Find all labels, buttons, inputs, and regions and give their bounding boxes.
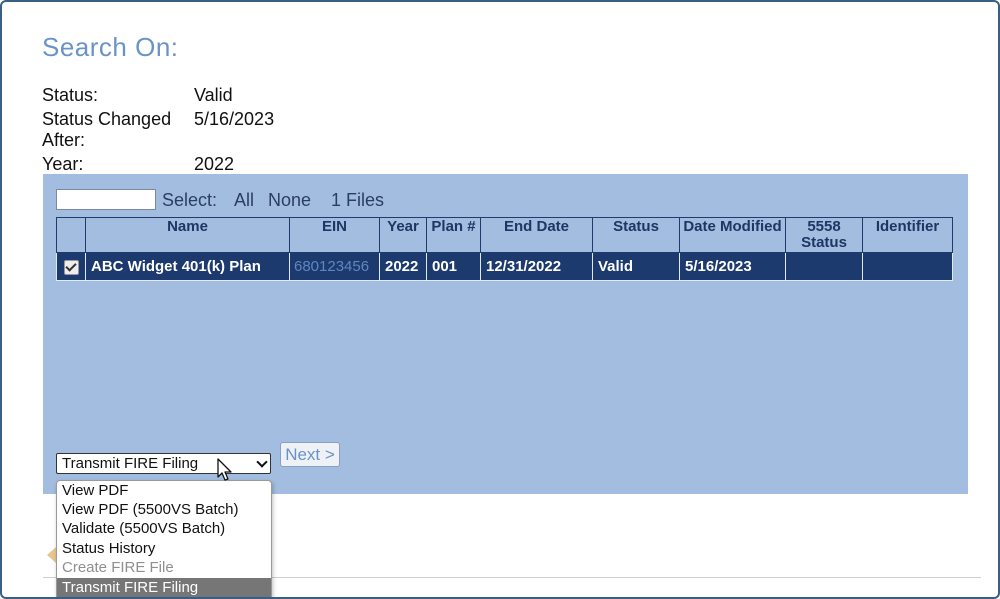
- row-5558-status: [785, 252, 863, 281]
- select-none-link[interactable]: None: [268, 190, 311, 211]
- filter-input[interactable]: [56, 189, 156, 210]
- criteria-status-label: Status:: [42, 85, 99, 105]
- table-row[interactable]: ABC Widget 401(k) Plan 680123456 2022 00…: [56, 252, 953, 281]
- row-identifier: [862, 252, 953, 281]
- back-arrow-icon[interactable]: [47, 547, 56, 563]
- criteria-year-label: Year:: [42, 154, 84, 174]
- column-header-ein[interactable]: EIN: [289, 217, 380, 253]
- row-name: ABC Widget 401(k) Plan: [85, 252, 290, 281]
- option-create-fire-file: Create FIRE File: [62, 559, 174, 576]
- row-year: 2022: [379, 252, 427, 281]
- column-header-select: [56, 217, 86, 253]
- row-date-modified: 5/16/2023: [679, 252, 786, 281]
- column-header-plan[interactable]: Plan #: [426, 217, 481, 253]
- row-status: Valid: [592, 252, 680, 281]
- app-window: Search On: Status: Valid Status Changed …: [0, 0, 1000, 599]
- table-header-row: Name EIN Year Plan # End Date Status Dat…: [56, 217, 953, 253]
- column-header-5558-status[interactable]: 5558 Status: [785, 217, 863, 253]
- option-view-pdf[interactable]: View PDF: [57, 481, 271, 500]
- row-end-date: 12/31/2022: [480, 252, 593, 281]
- results-table: Name EIN Year Plan # End Date Status Dat…: [56, 217, 953, 281]
- row-ein-link[interactable]: 680123456: [289, 252, 380, 281]
- row-checkbox[interactable]: [64, 259, 79, 275]
- action-dropdown-list: View PDF View PDF (5500VS Batch) Validat…: [56, 480, 272, 597]
- option-status-history[interactable]: Status History: [57, 539, 271, 558]
- select-all-link[interactable]: All: [234, 190, 254, 211]
- criteria-year-value: 2022: [194, 154, 235, 174]
- column-header-status[interactable]: Status: [592, 217, 680, 253]
- column-header-identifier[interactable]: Identifier: [862, 217, 953, 253]
- column-header-name[interactable]: Name: [85, 217, 290, 253]
- row-plan-number: 001: [426, 252, 481, 281]
- action-select-value: Transmit FIRE Filing: [62, 455, 199, 472]
- action-select[interactable]: Transmit FIRE Filing: [56, 453, 271, 474]
- criteria-changed-after-label: Status Changed After:: [42, 109, 172, 150]
- option-view-pdf-batch[interactable]: View PDF (5500VS Batch): [57, 500, 271, 519]
- column-header-date-modified[interactable]: Date Modified: [679, 217, 786, 253]
- file-count: 1 Files: [331, 190, 385, 210]
- column-header-year[interactable]: Year: [379, 217, 427, 253]
- criteria-changed-after-value: 5/16/2023: [194, 109, 275, 129]
- results-panel: Select: All None 1 Files Name EIN Year P…: [43, 174, 968, 494]
- option-validate-batch[interactable]: Validate (5500VS Batch): [57, 519, 271, 538]
- next-button[interactable]: Next >: [280, 442, 340, 467]
- select-label: Select:: [162, 190, 218, 210]
- criteria-status-value: Valid: [194, 85, 233, 105]
- page-title: Search On:: [42, 32, 179, 62]
- row-select-cell[interactable]: [56, 252, 86, 281]
- column-header-end-date[interactable]: End Date: [480, 217, 593, 253]
- option-transmit-fire-filing[interactable]: Transmit FIRE Filing: [57, 578, 271, 597]
- chevron-down-icon: [256, 456, 268, 468]
- mouse-cursor-icon: [217, 458, 232, 481]
